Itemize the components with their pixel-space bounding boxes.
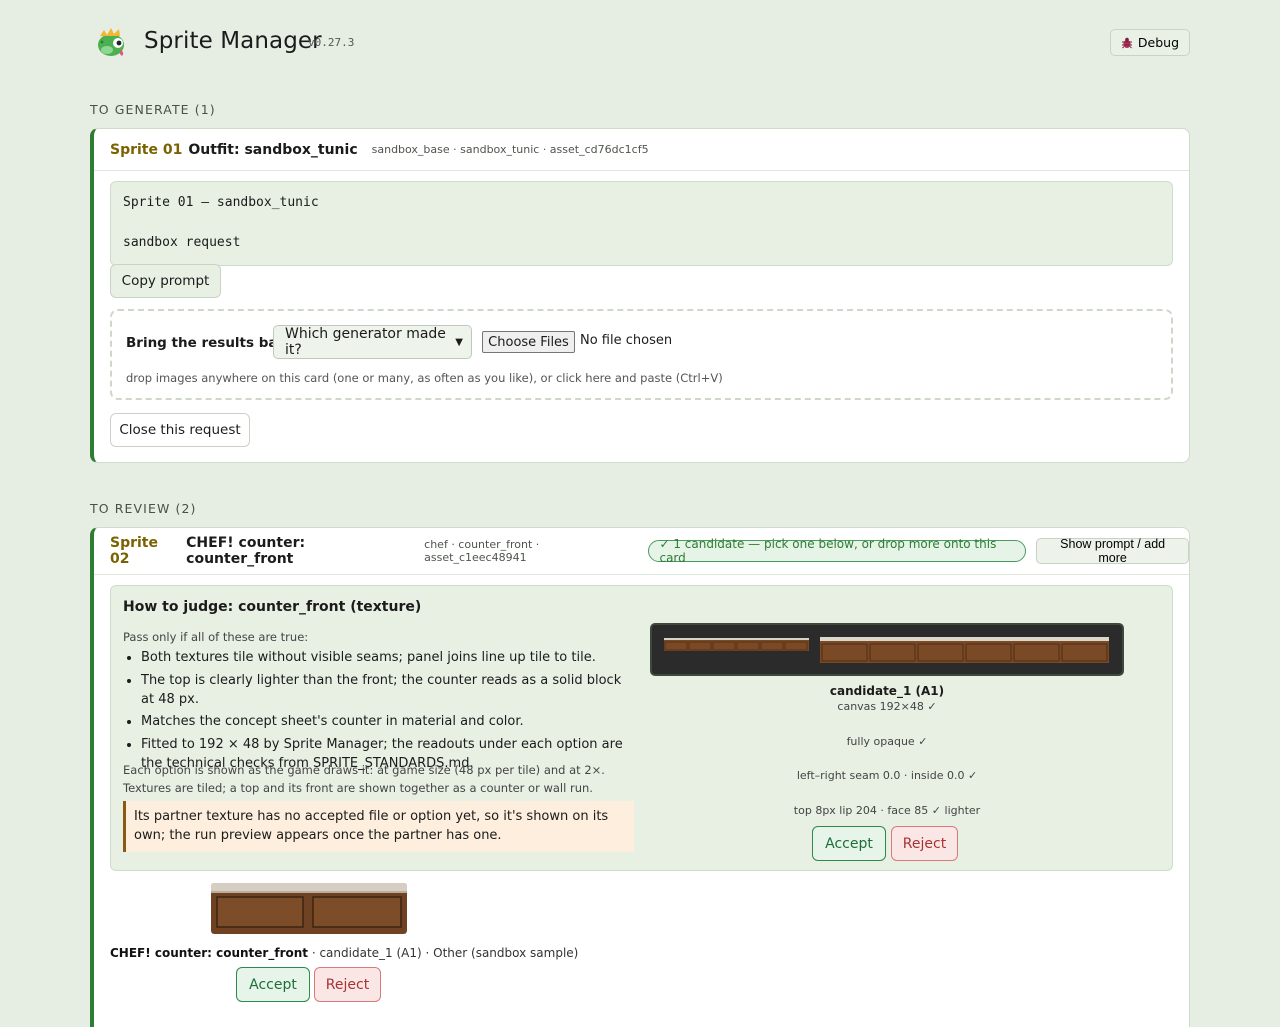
reject-sample-button[interactable]: Reject [314,967,381,1002]
app-version: v0.27.3 [308,36,355,49]
bug-icon [1121,37,1132,48]
page: Sprite Manager v0.27.3 Debug TO GENERATE… [90,0,1190,1027]
section-to-generate: TO GENERATE (1) [90,102,216,117]
drop-hint: drop images anywhere on this card (one o… [126,371,723,385]
judge-title: How to judge: counter_front (texture) [123,599,422,615]
app-title: Sprite Manager [144,28,322,54]
judge-panel: How to judge: counter_front (texture) Pa… [110,585,1173,871]
criteria-item: Both textures tile without visible seams… [141,648,633,667]
drop-zone[interactable]: Bring the results back: Which generator … [110,309,1173,400]
app-header: Sprite Manager v0.27.3 Debug [90,0,1190,86]
criteria-item: The top is clearly lighter than the fron… [141,671,633,709]
accept-sample-button[interactable]: Accept [236,967,310,1002]
sprite-number: Sprite 02 [110,535,158,567]
pass-criteria-label: Pass only if all of these are true: [123,630,309,644]
canvas-readout: canvas 192×48 ✓ [837,700,937,713]
seam-readout: left–right seam 0.0 · inside 0.0 ✓ [796,769,978,782]
debug-label: Debug [1137,35,1179,50]
criteria-list: Both textures tile without visible seams… [123,648,633,776]
criteria-item: Matches the concept sheet's counter in m… [141,712,633,731]
lip-readout: top 8px lip 204 · face 85 ✓ lighter [793,804,981,817]
opacity-readout: fully opaque ✓ [846,735,928,748]
prompt-line-1: Sprite 01 — sandbox_tunic [123,195,319,210]
choose-files-button[interactable]: Choose Files [482,331,575,353]
sprite-name: Outfit: sandbox_tunic [188,141,358,158]
section-to-review: TO REVIEW (2) [90,501,197,516]
texture-preview-image [664,637,1109,663]
candidate-status-badge: ✓ 1 candidate — pick one below, or drop … [648,537,1027,565]
generate-card[interactable]: Sprite 01 Outfit: sandbox_tunic sandbox_… [90,128,1190,463]
prompt-text[interactable]: Sprite 01 — sandbox_tunic sandbox reques… [110,181,1173,266]
copy-prompt-button[interactable]: Copy prompt [110,264,221,298]
show-prompt-button[interactable]: Show prompt / add more [1036,537,1189,565]
sample-texture-image [211,883,407,934]
prompt-line-2: sandbox request [123,235,241,250]
card-header: Sprite 02 CHEF! counter: counter_front c… [94,528,1189,575]
sprite-name: CHEF! counter: counter_front [186,535,306,567]
sprite-meta: sandbox_base · sandbox_tunic · asset_cd7… [371,143,649,156]
chevron-down-icon: ▼ [455,336,463,348]
debug-button[interactable]: Debug [1109,29,1190,56]
sample-meta: · candidate_1 (A1) · Other (sandbox samp… [308,946,579,960]
file-status: No file chosen [580,333,673,348]
review-card[interactable]: Sprite 02 CHEF! counter: counter_front c… [90,527,1190,1027]
card-header: Sprite 01 Outfit: sandbox_tunic sandbox_… [94,129,1189,171]
sprite-number: Sprite 01 [110,141,183,158]
reject-candidate-button[interactable]: Reject [891,826,958,861]
sample-caption: CHEF! counter: counter_front · candidate… [110,946,578,960]
candidate-preview[interactable] [650,623,1124,676]
partner-warning: Its partner texture has no accepted file… [123,801,634,852]
candidate-name: candidate_1 (A1) [829,684,945,698]
dragon-logo-icon [98,28,124,56]
close-request-button[interactable]: Close this request [110,413,250,447]
generator-select[interactable]: Which generator made it? ▼ [273,325,472,359]
sample-title: CHEF! counter: counter_front [110,946,309,960]
generator-select-value: Which generator made it? [285,326,446,358]
display-note: Each option is shown as the game draws i… [123,763,605,795]
sprite-meta: chef · counter_front · asset_c1eec48941 [424,538,540,564]
accept-candidate-button[interactable]: Accept [812,826,886,861]
